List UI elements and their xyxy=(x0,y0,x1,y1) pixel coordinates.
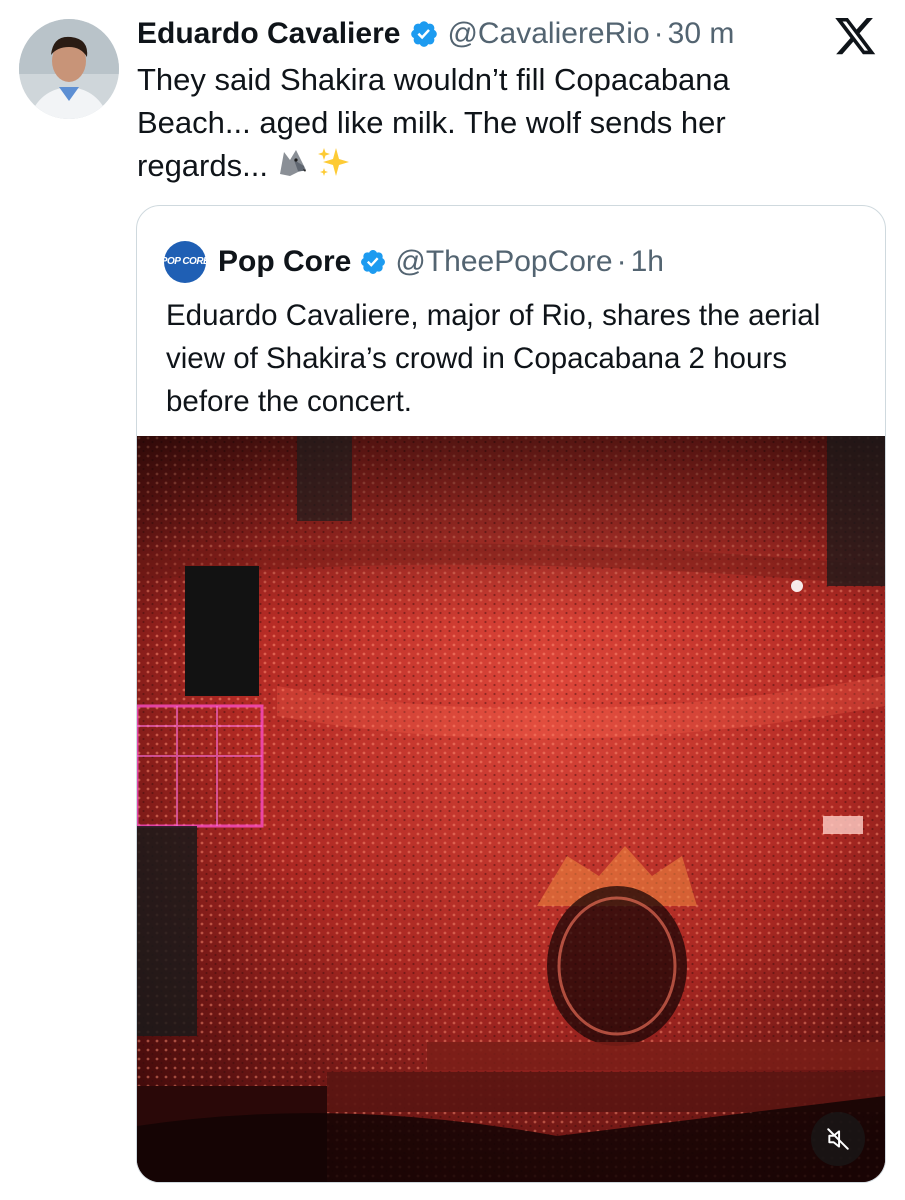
quoted-avatar-logo-text: POP CORE xyxy=(160,256,210,267)
quoted-author-handle[interactable]: @TheePopCore xyxy=(395,245,612,279)
quoted-tweet-header: POP CORE Pop Core @TheePopCore · 1h xyxy=(160,240,664,284)
tweet-header: Eduardo Cavaliere @CavaliereRio · 30 m xyxy=(137,14,734,54)
author-avatar[interactable] xyxy=(19,19,119,119)
wolf-emoji-icon xyxy=(274,144,310,180)
sparkles-emoji-icon xyxy=(316,144,352,180)
verified-badge-icon xyxy=(409,19,439,49)
author-name[interactable]: Eduardo Cavaliere xyxy=(137,17,400,51)
quoted-author-name[interactable]: Pop Core xyxy=(218,245,351,279)
separator-dot: · xyxy=(653,17,664,50)
crowd-video[interactable] xyxy=(137,436,885,1182)
quoted-tweet-card[interactable]: POP CORE Pop Core @TheePopCore · 1h Edua… xyxy=(136,205,886,1183)
author-handle[interactable]: @CavaliereRio xyxy=(447,17,649,51)
speaker-muted-icon xyxy=(827,1128,849,1150)
mute-toggle-button[interactable] xyxy=(811,1112,865,1166)
tweet-timestamp[interactable]: 30 m xyxy=(668,17,735,51)
quoted-tweet-text: Eduardo Cavaliere, major of Rio, shares … xyxy=(166,299,821,418)
tweet-text-container: They said Shakira wouldn’t fill Copacaba… xyxy=(137,58,837,187)
tweet-text: They said Shakira wouldn’t fill Copacaba… xyxy=(137,62,730,183)
quoted-tweet-timestamp[interactable]: 1h xyxy=(631,245,664,279)
crowd-video-frame xyxy=(137,436,885,1182)
author-avatar-image xyxy=(19,19,119,119)
verified-badge-icon xyxy=(359,248,387,276)
quoted-author-avatar[interactable]: POP CORE xyxy=(160,241,210,283)
separator-dot: · xyxy=(616,245,627,278)
x-logo-icon xyxy=(835,18,877,56)
